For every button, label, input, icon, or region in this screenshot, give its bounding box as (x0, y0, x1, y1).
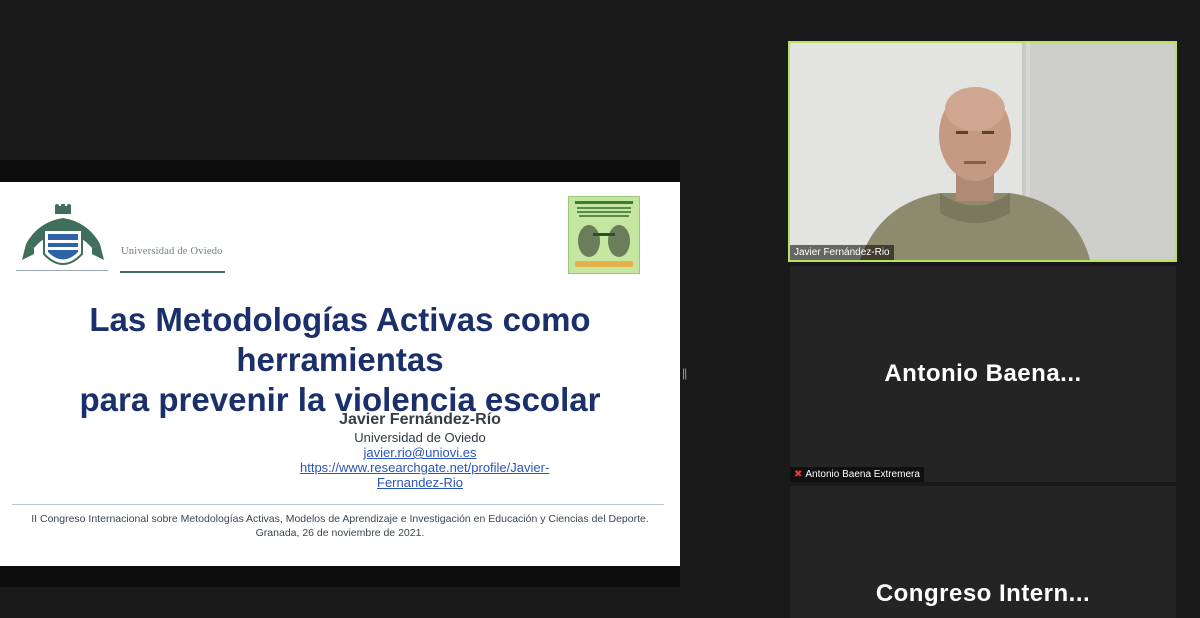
footer-line-2: Granada, 26 de noviembre de 2021. (255, 527, 425, 539)
antonio-label-text: Antonio Baena Extremera (805, 469, 920, 480)
author-profile-link[interactable]: https://www.researchgate.net/profile/Jav… (300, 460, 549, 490)
slide-title: Las Metodologías Activas como herramient… (0, 300, 680, 420)
mic-muted-icon: ✖ (794, 469, 803, 480)
video-tile-congreso[interactable]: Congreso Intern... (790, 486, 1176, 618)
slide-footer: II Congreso Internacional sobre Metodolo… (0, 512, 680, 540)
university-crest-logo (18, 203, 108, 274)
shared-screen: Universidad de Oviedo Las Metodologías A… (0, 160, 680, 587)
speaker-name-label: Javier Fernández-Rio (790, 245, 894, 260)
footer-line-1: II Congreso Internacional sobre Metodolo… (31, 513, 649, 525)
university-underline (120, 271, 225, 273)
footer-divider (12, 504, 664, 505)
author-email-link[interactable]: javier.rio@uniovi.es (300, 445, 540, 460)
presentation-slide: Universidad de Oviedo Las Metodologías A… (0, 182, 680, 566)
video-tile-antonio[interactable]: Antonio Baena... ✖ Antonio Baena Extremer… (790, 266, 1176, 482)
logo-divider (16, 270, 108, 271)
author-affiliation: Universidad de Oviedo (354, 430, 486, 445)
antonio-name-label: ✖ Antonio Baena Extremera (790, 467, 924, 482)
author-block: Javier Fernández-Río Universidad de Ovie… (300, 410, 549, 490)
university-label: Universidad de Oviedo (121, 246, 223, 257)
author-name: Javier Fernández-Río (339, 411, 501, 428)
speaker-video-feed (790, 43, 1175, 260)
splitter-handle-icon[interactable]: || (682, 364, 688, 382)
slide-title-line-1: Las Metodologías Activas como herramient… (89, 301, 591, 378)
video-tile-speaker[interactable]: Javier Fernández-Rio (788, 41, 1177, 262)
antonio-display-name: Antonio Baena... (884, 360, 1082, 387)
congreso-display-name: Congreso Intern... (875, 580, 1091, 607)
conference-poster-thumbnail (568, 196, 640, 274)
